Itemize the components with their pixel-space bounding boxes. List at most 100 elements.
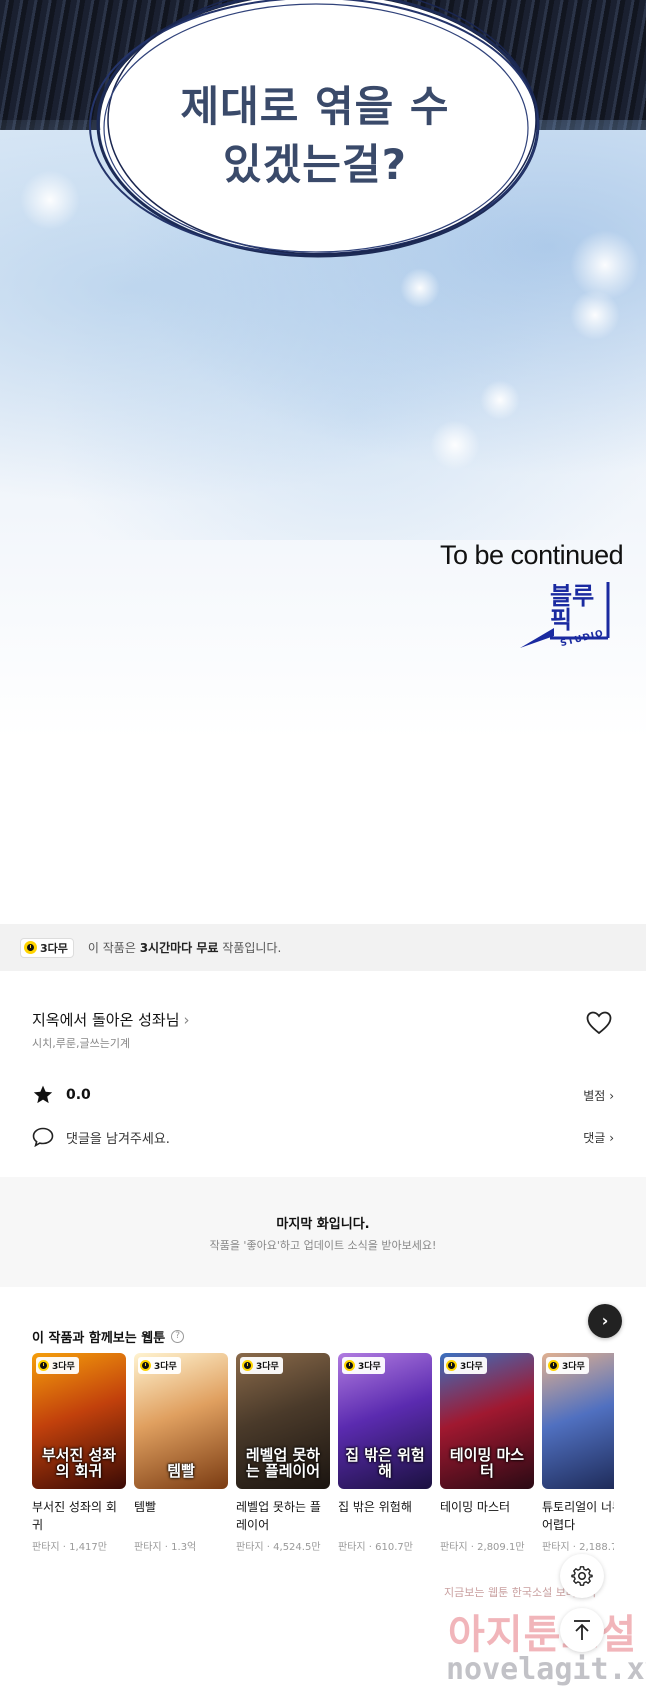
comment-row[interactable]: 댓글을 남겨주세요. 댓글 › <box>32 1125 614 1149</box>
recommendation-meta: 판타지 · 1,417만 <box>32 1538 126 1553</box>
recommendation-title: 템빨 <box>134 1500 157 1514</box>
last-episode-title: 마지막 화입니다. <box>276 1217 370 1232</box>
watermark: 지금보는 웹툰 한국소설 보러가기 아지툰소설 novelagit.xyz <box>440 1582 646 1692</box>
recommendation-card[interactable]: 3다무 부서진 성좌의 회귀 부서진 성좌의 회귀 판타지 · 1,417만 <box>32 1353 126 1553</box>
cover-title-text: 집 밖은 위험해 <box>345 1446 425 1480</box>
recommendation-meta: 판타지 · 2,809.1만 <box>440 1538 534 1553</box>
free-banner-prefix: 이 작품은 <box>87 941 140 955</box>
last-episode-subtitle: 작품을 '좋아요'하고 업데이트 소식을 받아보세요! <box>209 1239 437 1252</box>
sparkle <box>400 268 440 308</box>
recommendation-card[interactable]: 3다무테이밍 마스터 테이밍 마스터판타지 · 2,809.1만 <box>440 1353 534 1553</box>
comment-link[interactable]: 댓글 › <box>583 1129 614 1146</box>
meta-separator: · <box>467 1542 478 1553</box>
sparkle <box>570 290 620 340</box>
chevron-right-icon: › <box>609 1130 614 1145</box>
recommendation-views: 1,417만 <box>69 1542 107 1553</box>
free-banner-bold: 3시간마다 무료 <box>139 941 219 955</box>
wait-free-badge: 3다무 <box>444 1357 487 1374</box>
comment-placeholder: 댓글을 남겨주세요. <box>66 1131 170 1147</box>
to-be-continued-text: To be continued <box>440 540 624 570</box>
scroll-to-top-button[interactable] <box>560 1608 604 1652</box>
arrow-up-icon <box>574 1620 590 1640</box>
wait-free-badge-label: 3다무 <box>358 1362 381 1372</box>
comment-bubble-icon <box>32 1127 54 1147</box>
clock-icon <box>548 1360 559 1371</box>
free-every-3-hours-banner: 3다무 이 작품은 3시간마다 무료 작품입니다. <box>0 924 646 971</box>
wait-free-badge-label: 3다무 <box>154 1362 177 1372</box>
clock-icon <box>140 1360 151 1371</box>
wait-free-badge-label: 3다무 <box>562 1362 585 1372</box>
wait-free-badge: 3다무 <box>36 1357 79 1374</box>
last-episode-notice: 마지막 화입니다. 작품을 '좋아요'하고 업데이트 소식을 받아보세요! <box>0 1177 646 1287</box>
wait-free-badge: 3다무 <box>546 1357 589 1374</box>
comment-link-label: 댓글 <box>583 1130 606 1145</box>
sparkle <box>430 420 480 470</box>
wait-free-badge-label: 3다무 <box>52 1362 75 1372</box>
recommendation-meta: 판타지 · 4,524.5만 <box>236 1538 330 1553</box>
series-title: 지옥에서 돌아온 성좌님 <box>32 1011 180 1029</box>
recommendations-heading-text: 이 작품과 함께보는 웹툰 <box>32 1331 166 1346</box>
speech-line-2: 있겠는걸? <box>223 140 407 189</box>
series-authors: 시치,루룬,글쓰는기계 <box>32 1037 131 1050</box>
wait-free-badge-label: 3다무 <box>256 1362 279 1372</box>
comic-panel: 제대로 엮을 수 있겠는걸? To be continued 블루픽 STUDI… <box>0 0 646 924</box>
cover-title-text: 템빨 <box>167 1462 195 1480</box>
speech-bubble-text: 제대로 엮을 수 있겠는걸? <box>130 78 500 194</box>
recommendation-cover: 3다무레벨업 못하는 플레이어 <box>236 1353 330 1489</box>
recommendation-card[interactable]: 3다무 템빨 템빨 판타지 · 1.3억 <box>134 1353 228 1553</box>
recommendation-genre: 판타지 <box>440 1542 468 1553</box>
recommendation-genre: 판타지 <box>338 1542 366 1553</box>
wait-free-badge: 3다무 <box>138 1357 181 1374</box>
recommendation-views: 2,809.1만 <box>477 1542 525 1553</box>
meta-separator: · <box>365 1542 376 1553</box>
help-icon[interactable]: ? <box>171 1330 185 1343</box>
recommendation-meta: 판타지 · 2,188.7만 <box>542 1538 614 1553</box>
clock-icon <box>446 1360 457 1371</box>
recommendation-views: 2,188.7만 <box>579 1542 614 1553</box>
recommendations-section: 이 작품과 함께보는 웹툰 ? 3다무 부서진 성좌의 회귀 부서진 성좌의 회귀 판… <box>0 1293 646 1579</box>
rating-link[interactable]: 별점 › <box>583 1087 614 1104</box>
studio-logo: 블루픽 STUDIO <box>520 578 612 656</box>
wait-free-badge-label: 3다무 <box>40 941 68 955</box>
recommendation-genre: 판타지 <box>32 1542 60 1553</box>
meta-separator: · <box>161 1542 172 1553</box>
carousel-next-button[interactable]: › <box>588 1304 622 1338</box>
settings-button[interactable] <box>560 1554 604 1598</box>
watermark-line-3: novelagit.xyz <box>446 1652 646 1687</box>
chevron-right-icon: › <box>183 1011 190 1029</box>
recommendation-cover: 3다무부서진 성좌의 회귀 <box>32 1353 126 1489</box>
wait-free-badge-label: 3다무 <box>460 1362 483 1372</box>
recommendation-meta: 판타지 · 610.7만 <box>338 1538 432 1553</box>
recommendation-cover: 3다무템빨 <box>134 1353 228 1489</box>
recommendation-cover: 3다무집 밖은 위험해 <box>338 1353 432 1489</box>
recommendation-card[interactable]: 3다무집 밖은 위험해 집 밖은 위험해판타지 · 610.7만 <box>338 1353 432 1553</box>
sparkle <box>480 380 520 420</box>
recommendation-card[interactable]: 3다무튜토리얼이 너무 어렵다판타지 · 2,188.7만 <box>542 1353 614 1553</box>
cover-title-text: 테이밍 마스터 <box>449 1446 525 1480</box>
series-title-link[interactable]: 지옥에서 돌아온 성좌님 › <box>32 1009 190 1030</box>
studio-logo-text: 블루픽 <box>550 582 595 634</box>
cover-title-text: 레벨업 못하는 플레이어 <box>245 1446 321 1480</box>
clock-icon <box>344 1360 355 1371</box>
recommendation-carousel: 3다무 부서진 성좌의 회귀 부서진 성좌의 회귀 판타지 · 1,417만 3다무 템빨… <box>32 1353 614 1563</box>
gear-icon <box>571 1566 593 1586</box>
recommendation-card[interactable]: 3다무레벨업 못하는 플레이어 레벨업 못하는 플레이어판타지 · 4,524.5… <box>236 1353 330 1553</box>
meta-separator: · <box>59 1542 70 1553</box>
clock-icon <box>24 941 37 954</box>
cover-title-text: 부서진 성좌의 회귀 <box>41 1446 117 1480</box>
recommendation-cover: 3다무테이밍 마스터 <box>440 1353 534 1489</box>
recommendation-title: 부서진 성좌의 회귀 <box>32 1500 117 1532</box>
clock-icon <box>38 1360 49 1371</box>
free-banner-message: 이 작품은 3시간마다 무료 작품입니다. <box>88 939 281 956</box>
rating-link-label: 별점 <box>583 1088 606 1103</box>
recommendation-genre: 판타지 <box>542 1542 570 1553</box>
rating-row: 0.0 별점 › <box>32 1083 614 1107</box>
recommendation-views: 4,524.5만 <box>273 1542 321 1553</box>
heart-icon[interactable] <box>586 1011 612 1035</box>
free-banner-suffix: 작품입니다. <box>218 941 282 955</box>
recommendation-title: 튜토리얼이 너무 어렵다 <box>542 1500 614 1532</box>
recommendation-genre: 판타지 <box>236 1542 264 1553</box>
star-icon <box>33 1085 53 1104</box>
recommendation-cover: 3다무 <box>542 1353 614 1489</box>
speech-line-1: 제대로 엮을 수 <box>180 82 450 131</box>
